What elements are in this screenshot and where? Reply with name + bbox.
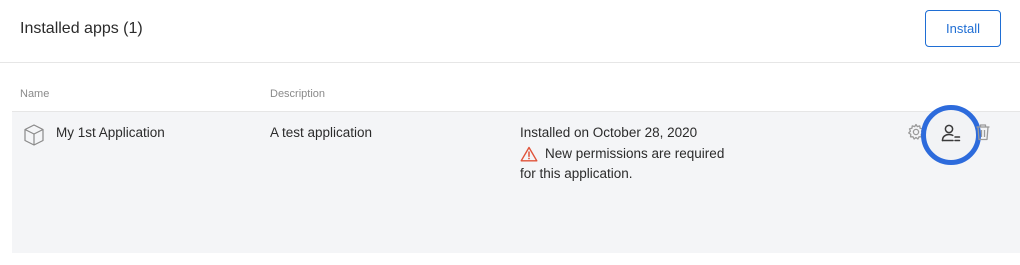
app-description: A test application bbox=[270, 125, 373, 140]
warning-triangle-icon bbox=[520, 146, 538, 162]
page-header: Installed apps (1) Install bbox=[0, 0, 1020, 63]
user-permissions-icon[interactable] bbox=[937, 120, 965, 148]
cube-icon bbox=[24, 124, 44, 146]
column-header-description: Description bbox=[270, 88, 326, 100]
column-header-name: Name bbox=[20, 88, 50, 100]
app-name: My 1st Application bbox=[56, 125, 165, 140]
install-status: Installed on October 28, 2020 bbox=[520, 125, 698, 140]
permissions-warning: New permissions are required bbox=[520, 144, 724, 164]
page-title: Installed apps (1) bbox=[20, 20, 143, 37]
warning-text-line1: New permissions are required bbox=[545, 146, 725, 161]
trash-icon[interactable] bbox=[973, 122, 993, 142]
warning-text-line2: for this application. bbox=[520, 166, 633, 181]
install-button[interactable]: Install bbox=[925, 10, 1001, 47]
